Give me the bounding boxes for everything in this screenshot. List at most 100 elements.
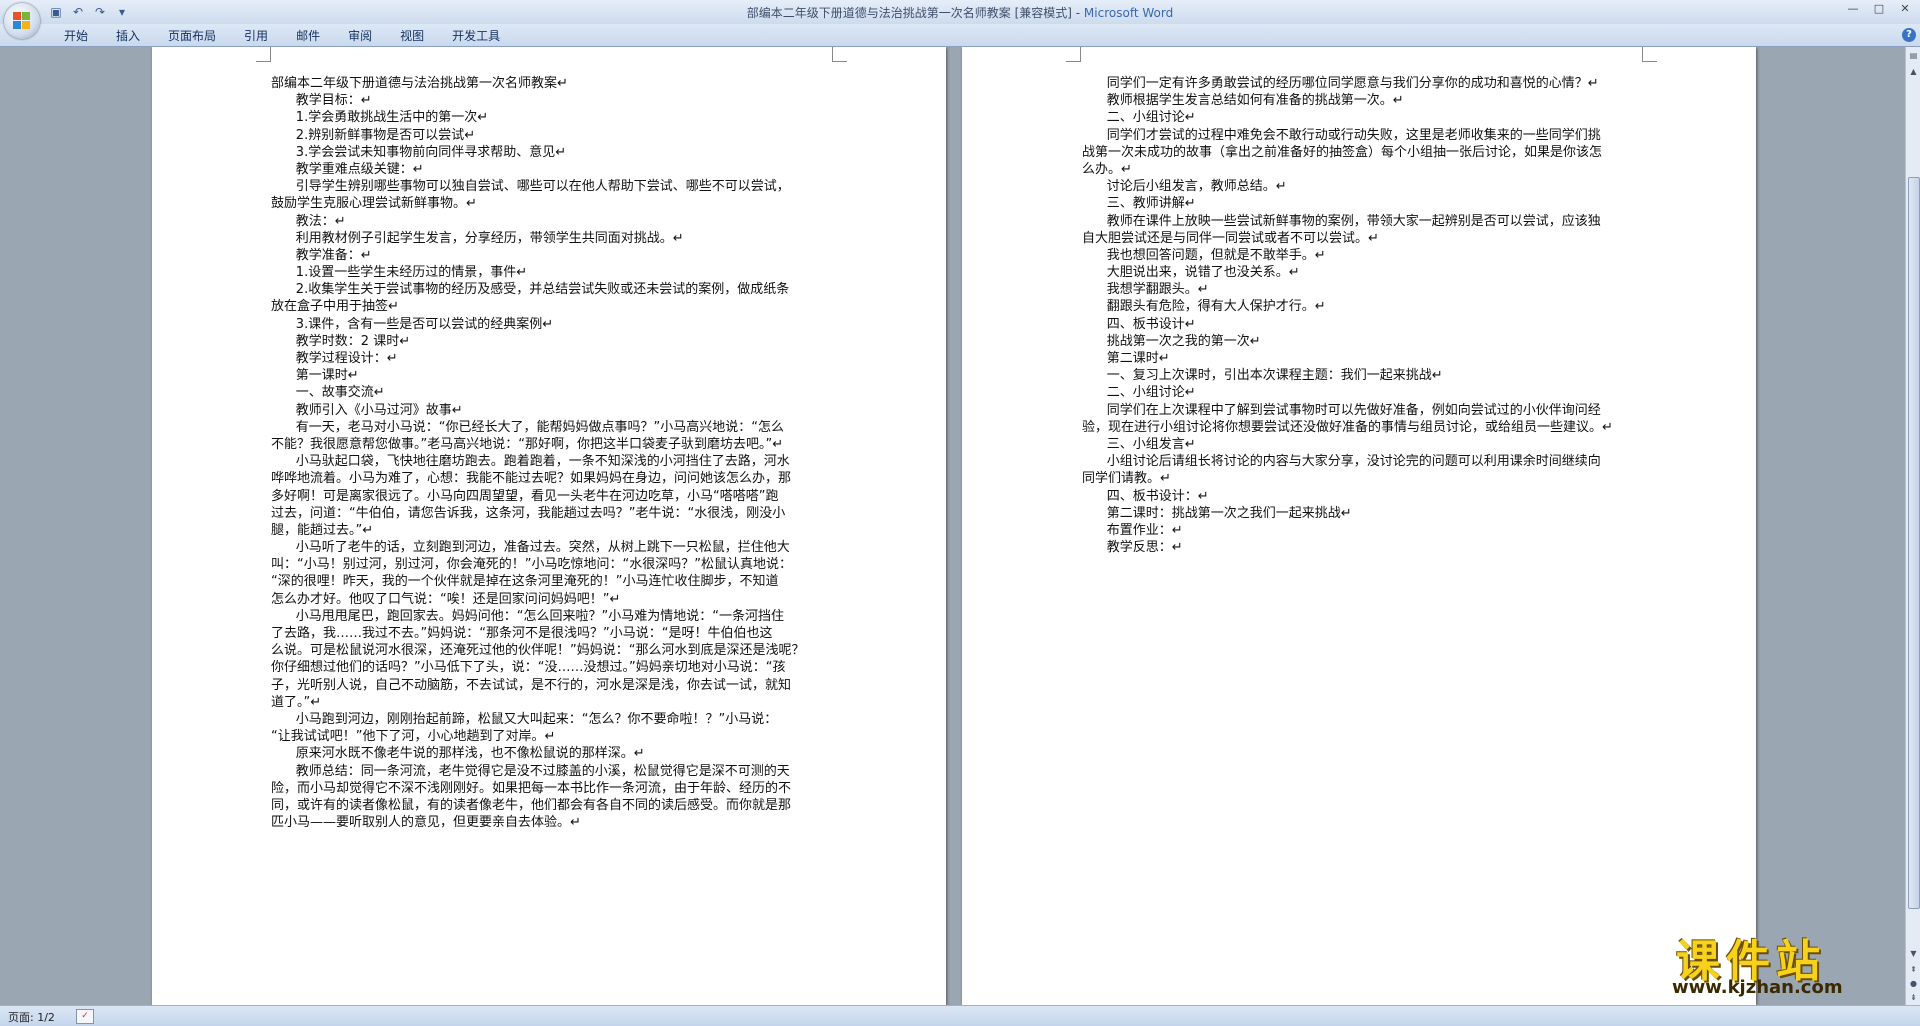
- text-line[interactable]: 第一课时↵: [271, 367, 833, 384]
- text-line[interactable]: 布置作业：↵: [1082, 522, 1644, 539]
- text-line[interactable]: 3.课件，含有一些是否可以尝试的经典案例↵: [271, 316, 833, 333]
- text-line[interactable]: 原来河水既不像老牛说的那样浅，也不像松鼠说的那样深。↵: [271, 745, 833, 762]
- text-line[interactable]: 多好啊！可是离家很远了。小马向四周望望，看见一头老牛在河边吃草，小马“嗒嗒嗒”跑: [271, 488, 833, 505]
- text-line[interactable]: 教学过程设计：↵: [271, 350, 833, 367]
- text-line[interactable]: 教师引入《小马过河》故事↵: [271, 402, 833, 419]
- scroll-up-icon[interactable]: ▲: [1907, 65, 1920, 79]
- tab-insert[interactable]: 插入: [102, 27, 154, 45]
- document-workspace: 部编本二年级下册道德与法治挑战第一次名师教案↵ 教学目标：↵ 1.学会勇敢挑战生…: [0, 47, 1905, 1005]
- office-button[interactable]: [4, 3, 40, 39]
- text-line[interactable]: 翻跟头有危险，得有大人保护才行。↵: [1082, 298, 1644, 315]
- tab-view[interactable]: 视图: [386, 27, 438, 45]
- text-line[interactable]: 有一天，老马对小马说：“你已经长大了，能帮妈妈做点事吗？”小马高兴地说：“怎么: [271, 419, 833, 436]
- page-2-text[interactable]: 同学们一定有许多勇敢尝试的经历哪位同学愿意与我们分享你的成功和喜悦的心情？↵ 教…: [1082, 75, 1644, 556]
- text-line[interactable]: 一、复习上次课时，引出本次课程主题：我们一起来挑战↵: [1082, 367, 1644, 384]
- ruler-toggle-icon[interactable]: ▤: [1907, 49, 1920, 63]
- text-line[interactable]: 三、教师讲解↵: [1082, 195, 1644, 212]
- text-line[interactable]: 验，现在进行小组讨论将你想要尝试还没做好准备的事情与组员讨论，或给组员一些建议。…: [1082, 419, 1644, 436]
- text-line[interactable]: 同，或许有的读者像松鼠，有的读者像老牛，他们都会有各自不同的读后感受。而你就是那: [271, 797, 833, 814]
- text-line[interactable]: 叫：“小马！别过河，别过河，你会淹死的！”小马吃惊地问：“水很深吗？”松鼠认真地…: [271, 556, 833, 573]
- text-line[interactable]: 同学们一定有许多勇敢尝试的经历哪位同学愿意与我们分享你的成功和喜悦的心情？↵: [1082, 75, 1644, 92]
- text-line[interactable]: 腿，能趟过去。”↵: [271, 522, 833, 539]
- text-line[interactable]: 小马听了老牛的话，立刻跑到河边，准备过去。突然，从树上跳下一只松鼠，拦住他大: [271, 539, 833, 556]
- text-line[interactable]: 教法：↵: [271, 213, 833, 230]
- text-line[interactable]: 战第一次未成功的故事（拿出之前准备好的抽签盒）每个小组抽一张后讨论，如果是你该怎: [1082, 144, 1644, 161]
- text-line[interactable]: 自大胆尝试还是与同伴一同尝试或者不可以尝试。↵: [1082, 230, 1644, 247]
- text-line[interactable]: 1.学会勇敢挑战生活中的第一次↵: [271, 109, 833, 126]
- text-line[interactable]: 一、故事交流↵: [271, 384, 833, 401]
- proofing-icon[interactable]: ✓: [76, 1009, 94, 1024]
- close-button[interactable]: ✕: [1892, 0, 1918, 18]
- text-line[interactable]: 教学时数：2 课时↵: [271, 333, 833, 350]
- text-line[interactable]: “让我试试吧！”他下了河，小心地趟到了对岸。↵: [271, 728, 833, 745]
- tab-home[interactable]: 开始: [50, 27, 102, 45]
- text-line[interactable]: 挑战第一次之我的第一次↵: [1082, 333, 1644, 350]
- text-line[interactable]: 么办。↵: [1082, 161, 1644, 178]
- text-line[interactable]: 哗哗地流着。小马为难了，心想：我能不能过去呢？如果妈妈在身边，问问她该怎么办，那: [271, 470, 833, 487]
- text-line[interactable]: 我也想回答问题，但就是不敢举手。↵: [1082, 247, 1644, 264]
- text-line[interactable]: 同学们在上次课程中了解到尝试事物时可以先做好准备，例如向尝试过的小伙伴询问经: [1082, 402, 1644, 419]
- text-line[interactable]: 大胆说出来，说错了也没关系。↵: [1082, 264, 1644, 281]
- text-line[interactable]: 怎么办才好。他叹了口气说：“唉！还是回家问问妈妈吧！”↵: [271, 591, 833, 608]
- text-line[interactable]: 教学重难点级关键：↵: [271, 161, 833, 178]
- text-line[interactable]: 不能？我很愿意帮您做事。”老马高兴地说：“那好啊，你把这半口袋麦子驮到磨坊去吧。…: [271, 436, 833, 453]
- text-line[interactable]: 匹小马——要听取别人的意见，但更要亲自去体验。↵: [271, 814, 833, 831]
- text-line[interactable]: 二、小组讨论↵: [1082, 384, 1644, 401]
- text-line[interactable]: 1.设置一些学生未经历过的情景，事件↵: [271, 264, 833, 281]
- text-line[interactable]: 我想学翻跟头。↵: [1082, 281, 1644, 298]
- document-page-2[interactable]: 同学们一定有许多勇敢尝试的经历哪位同学愿意与我们分享你的成功和喜悦的心情？↵ 教…: [962, 47, 1756, 1005]
- text-line[interactable]: 教学反思：↵: [1082, 539, 1644, 556]
- text-line[interactable]: 子，光听别人说，自己不动脑筋，不去试试，是不行的，河水是深是浅，你去试一试，就知: [271, 677, 833, 694]
- text-line[interactable]: 四、板书设计↵: [1082, 316, 1644, 333]
- text-line[interactable]: 险，而小马却觉得它不深不浅刚刚好。如果把每一本书比作一条河流，由于年龄、经历的不: [271, 780, 833, 797]
- text-line[interactable]: 小马驮起口袋，飞快地往磨坊跑去。跑着跑着，一条不知深浅的小河挡住了去路，河水: [271, 453, 833, 470]
- text-line[interactable]: 二、小组讨论↵: [1082, 109, 1644, 126]
- text-line[interactable]: 了去路，我……我过不去。”妈妈说：“那条河不是很浅吗？”小马说：“是呀！牛伯伯也…: [271, 625, 833, 642]
- scroll-down-icon[interactable]: ▼: [1907, 947, 1920, 961]
- tab-page-layout[interactable]: 页面布局: [154, 27, 230, 45]
- browse-object-icon[interactable]: ●: [1907, 977, 1920, 991]
- text-line[interactable]: 教学目标：↵: [271, 92, 833, 109]
- previous-page-icon[interactable]: ⇞: [1907, 963, 1920, 977]
- text-line[interactable]: 同学们才尝试的过程中难免会不敢行动或行动失败，这里是老师收集来的一些同学们挑: [1082, 127, 1644, 144]
- text-line[interactable]: 部编本二年级下册道德与法治挑战第一次名师教案↵: [271, 75, 833, 92]
- text-line[interactable]: 道了。”↵: [271, 694, 833, 711]
- text-line[interactable]: 教学准备：↵: [271, 247, 833, 264]
- text-line[interactable]: 四、板书设计：↵: [1082, 488, 1644, 505]
- tab-mailings[interactable]: 邮件: [282, 27, 334, 45]
- text-line[interactable]: 同学们请教。↵: [1082, 470, 1644, 487]
- text-line[interactable]: 放在盒子中用于抽签↵: [271, 298, 833, 315]
- text-line[interactable]: 过去，问道：“牛伯伯，请您告诉我，这条河，我能趟过去吗？”老牛说：“水很浅，刚没…: [271, 505, 833, 522]
- next-page-icon[interactable]: ⇟: [1907, 991, 1920, 1005]
- document-page-1[interactable]: 部编本二年级下册道德与法治挑战第一次名师教案↵ 教学目标：↵ 1.学会勇敢挑战生…: [152, 47, 946, 1005]
- scrollbar-thumb[interactable]: [1908, 177, 1920, 909]
- page-1-text[interactable]: 部编本二年级下册道德与法治挑战第一次名师教案↵ 教学目标：↵ 1.学会勇敢挑战生…: [271, 75, 833, 831]
- tab-review[interactable]: 审阅: [334, 27, 386, 45]
- text-line[interactable]: 小马跑到河边，刚刚抬起前蹄，松鼠又大叫起来：“怎么？你不要命啦！？”小马说：: [271, 711, 833, 728]
- tab-references[interactable]: 引用: [230, 27, 282, 45]
- text-line[interactable]: 讨论后小组发言，教师总结。↵: [1082, 178, 1644, 195]
- tab-developer[interactable]: 开发工具: [438, 27, 514, 45]
- text-line[interactable]: 2.收集学生关于尝试事物的经历及感受，并总结尝试失败或还未尝试的案例，做成纸条: [271, 281, 833, 298]
- text-line[interactable]: 第二课时↵: [1082, 350, 1644, 367]
- text-line[interactable]: “深的很哩！昨天，我的一个伙伴就是掉在这条河里淹死的！”小马连忙收住脚步，不知道: [271, 573, 833, 590]
- text-line[interactable]: 利用教材例子引起学生发言，分享经历，带领学生共同面对挑战。↵: [271, 230, 833, 247]
- text-line[interactable]: 第二课时：挑战第一次之我们一起来挑战↵: [1082, 505, 1644, 522]
- text-line[interactable]: 2.辨别新鲜事物是否可以尝试↵: [271, 127, 833, 144]
- text-line[interactable]: 么说。可是松鼠说河水很深，还淹死过他的伙伴呢！”妈妈说：“那么河水到底是深还是浅…: [271, 642, 833, 659]
- text-line[interactable]: 3.学会尝试未知事物前向同伴寻求帮助、意见↵: [271, 144, 833, 161]
- text-line[interactable]: 你仔细想过他们的话吗？”小马低下了头，说：“没……没想过。”妈妈亲切地对小马说：…: [271, 659, 833, 676]
- vertical-scrollbar[interactable]: ▤ ▲ ▼ ⇞ ● ⇟: [1905, 47, 1920, 1005]
- text-line[interactable]: 教师根据学生发言总结如何有准备的挑战第一次。↵: [1082, 92, 1644, 109]
- text-line[interactable]: 鼓励学生克服心理尝试新鲜事物。↵: [271, 195, 833, 212]
- text-line[interactable]: 三、小组发言↵: [1082, 436, 1644, 453]
- maximize-button[interactable]: □: [1866, 0, 1892, 18]
- text-line[interactable]: 引导学生辨别哪些事物可以独自尝试、哪些可以在他人帮助下尝试、哪些不可以尝试，: [271, 178, 833, 195]
- help-icon[interactable]: ?: [1902, 28, 1916, 42]
- page-indicator[interactable]: 页面: 1/2: [8, 1009, 55, 1025]
- text-line[interactable]: 教师在课件上放映一些尝试新鲜事物的案例，带领大家一起辨别是否可以尝试，应该独: [1082, 213, 1644, 230]
- minimize-button[interactable]: —: [1840, 0, 1866, 18]
- text-line[interactable]: 教师总结：同一条河流，老牛觉得它是没不过膝盖的小溪，松鼠觉得它是深不可测的天: [271, 763, 833, 780]
- text-line[interactable]: 小组讨论后请组长将讨论的内容与大家分享，没讨论完的问题可以利用课余时间继续向: [1082, 453, 1644, 470]
- text-line[interactable]: 小马甩甩尾巴，跑回家去。妈妈问他：“怎么回来啦？”小马难为情地说：“一条河挡住: [271, 608, 833, 625]
